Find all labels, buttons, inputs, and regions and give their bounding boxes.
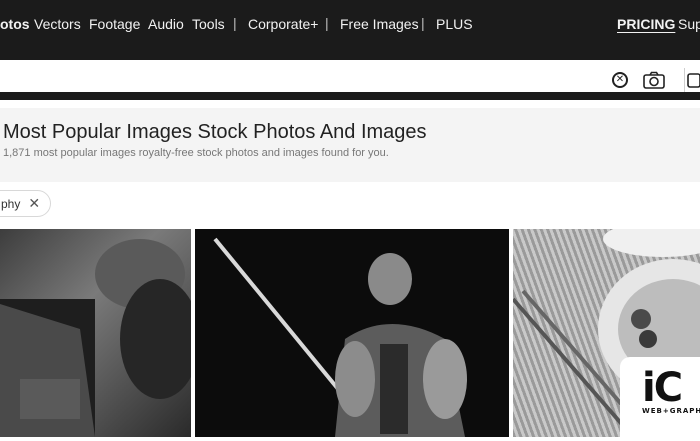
nav-item-plus[interactable]: PLUS — [436, 16, 473, 32]
nav-item-tools[interactable]: Tools — [192, 16, 225, 32]
filter-chip-label: phy — [1, 196, 21, 211]
nav-item-support[interactable]: Sup — [678, 16, 700, 32]
close-circle-icon: ✕ — [615, 74, 625, 85]
nav-separator: | — [421, 15, 425, 31]
nav-item-corporate-plus[interactable]: Corporate+ — [248, 16, 318, 32]
nav-separator: | — [325, 15, 329, 31]
image-gallery — [0, 229, 700, 441]
results-count-subtitle: 1,871 most popular images royalty-free s… — [3, 147, 389, 159]
search-input[interactable] — [0, 60, 600, 100]
nav-item-audio[interactable]: Audio — [148, 16, 184, 32]
camera-icon[interactable] — [643, 71, 665, 89]
laptop-plant-photo — [0, 239, 191, 437]
nav-item-footage[interactable]: Footage — [89, 16, 140, 32]
logo-subtext: WEB+GRAPH — [642, 407, 700, 415]
gallery-image-swordsman[interactable] — [195, 229, 509, 437]
pricing-link[interactable]: PRICING — [617, 16, 675, 32]
top-navigation: otos Vectors Footage Audio Tools | Corpo… — [0, 0, 700, 60]
nav-item-vectors[interactable]: Vectors — [34, 16, 81, 32]
filter-chip[interactable]: phy ✕ — [0, 190, 52, 217]
gallery-image-laptop[interactable] — [0, 229, 191, 437]
search-bar: ✕ — [0, 60, 700, 100]
logo-text: iC — [642, 365, 683, 411]
nav-separator: | — [233, 15, 237, 31]
clear-search-button[interactable]: ✕ — [612, 72, 628, 88]
close-icon[interactable]: ✕ — [28, 195, 40, 212]
swordsman-photo — [213, 237, 467, 437]
ic-logo-badge: iC WEB+GRAPH — [620, 357, 700, 441]
page-title: Most Popular Images Stock Photos And Ima… — [3, 121, 427, 143]
nav-item-free-images[interactable]: Free Images — [340, 16, 419, 32]
upload-icon[interactable] — [684, 71, 700, 89]
results-header — [0, 108, 700, 182]
nav-item-photos[interactable]: otos — [0, 16, 30, 32]
